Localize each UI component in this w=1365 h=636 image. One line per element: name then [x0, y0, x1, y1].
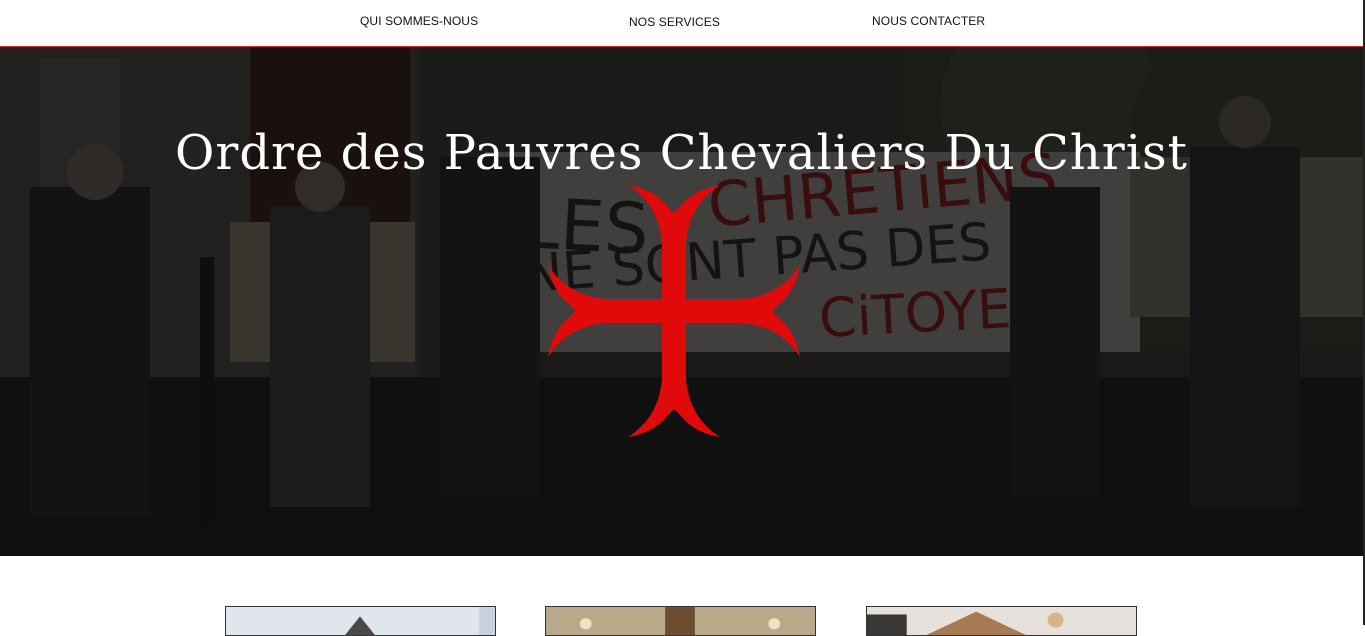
hero-title: Ordre des Pauvres Chevaliers Du Christ — [175, 125, 1188, 182]
templar-cross-icon — [548, 185, 800, 437]
top-navigation: QUI SOMMES-NOUS NOS SERVICES NOUS CONTAC… — [0, 0, 1363, 47]
card-3-image — [867, 607, 1136, 635]
nav-link-qui-sommes-nous[interactable]: QUI SOMMES-NOUS — [360, 14, 478, 28]
card-grid — [0, 556, 1363, 636]
hero-banner: LES CHRETiENS NE SONT PAS DES CiTOYENS O… — [0, 47, 1363, 556]
nav-link-nous-contacter[interactable]: NOUS CONTACTER — [872, 14, 985, 28]
card-2[interactable] — [545, 606, 816, 636]
card-3[interactable] — [866, 606, 1137, 636]
card-1[interactable] — [225, 606, 496, 636]
card-1-image — [226, 607, 495, 635]
card-2-image — [546, 607, 815, 635]
nav-link-nos-services[interactable]: NOS SERVICES — [629, 15, 720, 29]
